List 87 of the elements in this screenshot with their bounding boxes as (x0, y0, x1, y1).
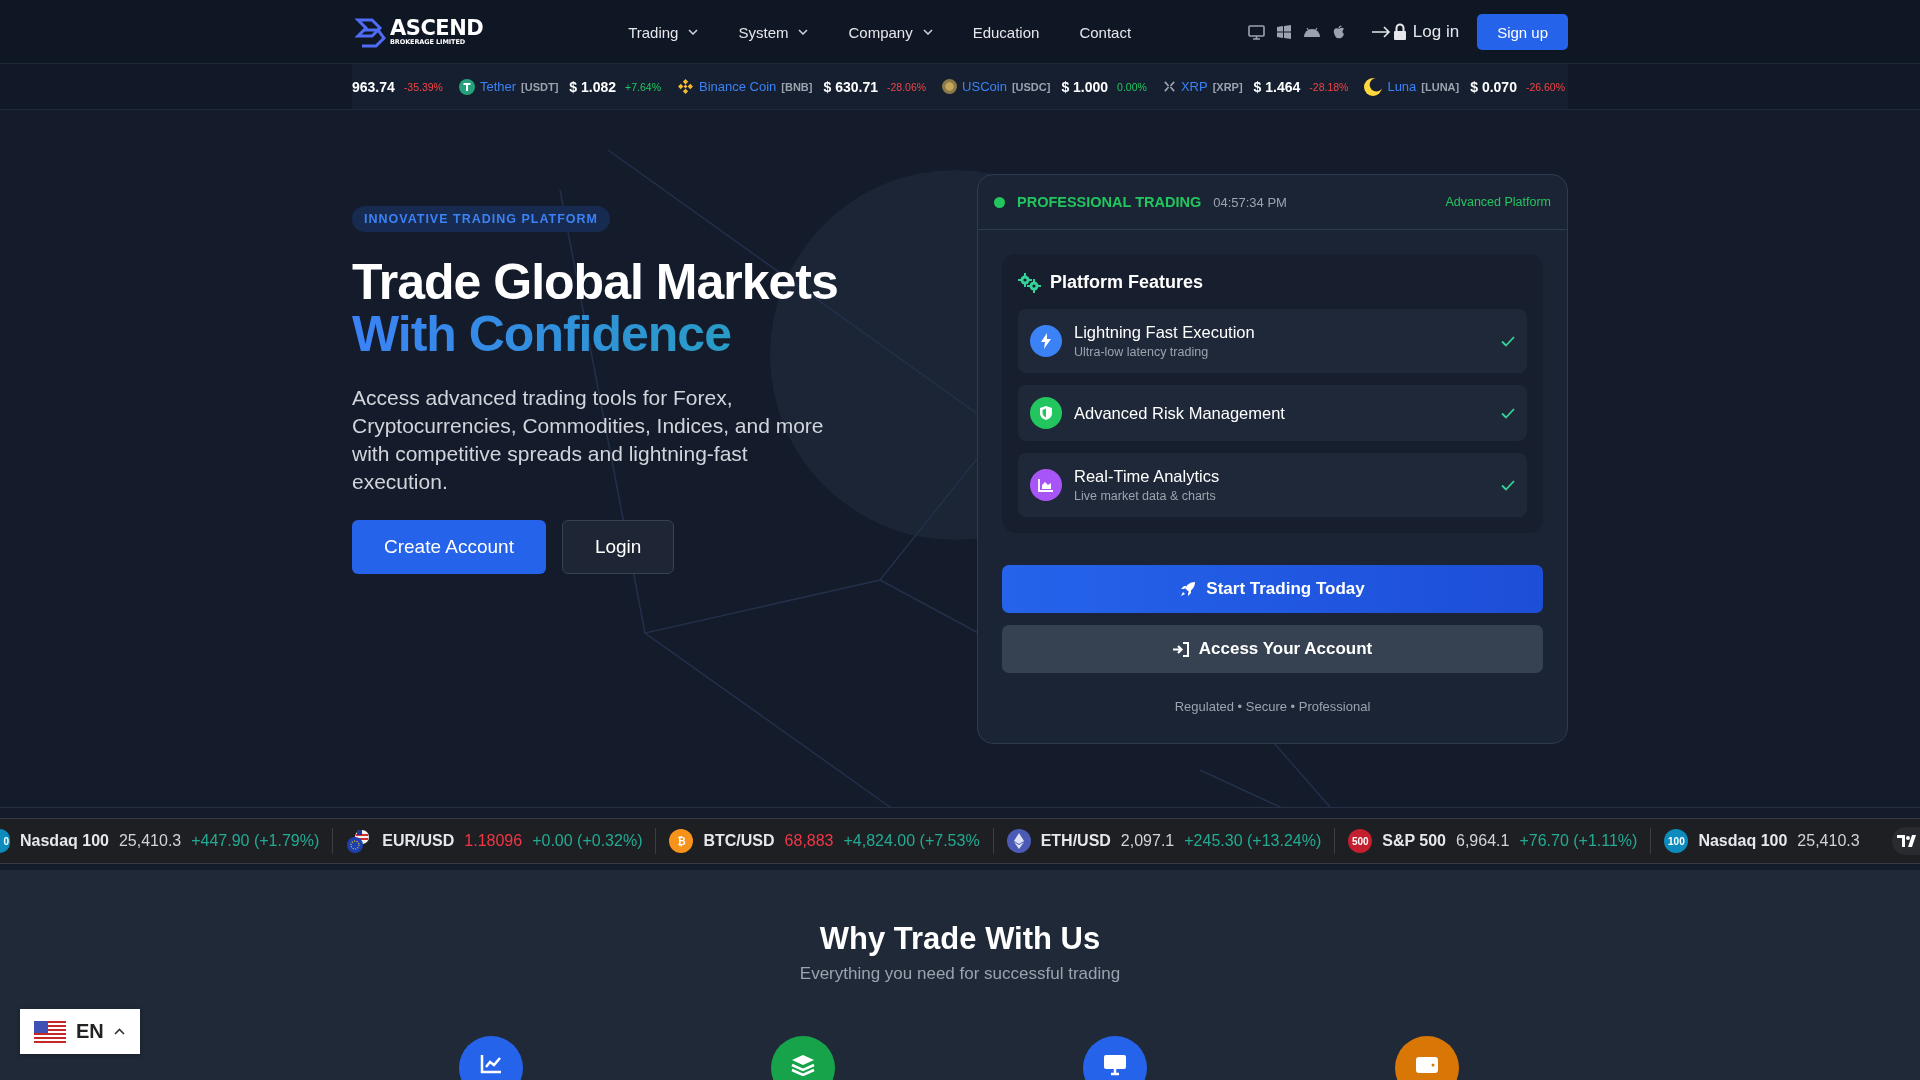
create-account-button[interactable]: Create Account (352, 520, 546, 574)
change-text: +4,824.00 (+7.53% (843, 832, 980, 850)
nav-link[interactable]: System (738, 17, 809, 47)
change-text: 0.00% (1117, 80, 1147, 93)
desktop-icon[interactable] (1247, 24, 1265, 40)
chevron-up-icon (113, 1028, 125, 1035)
login-button[interactable]: Login (561, 520, 675, 574)
price-text: 2,097.1 (1120, 832, 1175, 850)
coin-icon (1364, 77, 1383, 96)
symbol-name[interactable]: Nasdaq 100 (20, 832, 109, 850)
feature-title: Real-Time Analytics (1074, 467, 1220, 486)
price-text: $ 630.71 (823, 78, 878, 95)
nav-link[interactable]: Education (972, 17, 1040, 47)
feature-title: Lightning Fast Execution (1074, 323, 1255, 342)
change-text: +76.70 (+1.11%) (1519, 832, 1638, 850)
symbol-name[interactable]: ETH/USD (1040, 832, 1111, 850)
feature-title: Advanced Risk Management (1074, 403, 1285, 423)
symbol-name[interactable]: Nasdaq 100 (1698, 832, 1788, 850)
change-text: -35.39% (403, 80, 443, 93)
coin-symbol: [USDC] (1011, 80, 1051, 93)
price-text: $ 1.464 (1253, 78, 1301, 95)
tradingview-logo-icon[interactable] (1892, 827, 1920, 855)
coin-icon (942, 79, 958, 94)
coin-symbol: [LUNA] (1421, 80, 1460, 93)
change-text: -28.18% (1309, 80, 1349, 93)
change-text: +0.00 (+0.32%) (532, 832, 643, 850)
nav-link[interactable]: Contact (1079, 17, 1132, 47)
hero-description: Access advanced trading tools for Forex, Cryptocurrencies, Commodities, Indices, and more with competitive spreads and lightning-fast execution. (352, 385, 825, 495)
coin-name[interactable]: Binance Coin (699, 79, 777, 94)
ethereum-icon (1006, 829, 1031, 853)
coin-icon (677, 78, 694, 95)
change-text: -26.60% (1525, 80, 1566, 93)
coin-name[interactable]: Tether (479, 79, 517, 94)
tagline-badge: INNOVATIVE TRADING PLATFORM (352, 206, 610, 232)
symbol-name[interactable]: S&P 500 (1382, 832, 1446, 850)
apple-icon[interactable] (1332, 25, 1345, 39)
android-icon[interactable] (1302, 26, 1321, 38)
logo-title: ASCEND (390, 18, 484, 40)
change-text: +245.30 (+13.24%) (1184, 832, 1322, 850)
price-text: $ 1.000 (1061, 78, 1109, 95)
market-badge: 0 (0, 829, 10, 853)
language-selector[interactable]: EN (20, 1009, 140, 1054)
price-text: $ 0.070 (1470, 78, 1517, 95)
symbol-name[interactable]: EUR/USD (382, 832, 455, 850)
coin-symbol: [XRP] (1212, 80, 1243, 93)
symbol-name[interactable]: BTC/USD (703, 832, 775, 850)
price-text: 963.74 (352, 78, 395, 95)
gears-icon (1018, 272, 1042, 293)
change-text: +447.90 (+1.79%) (191, 832, 320, 850)
access-account-button[interactable]: Access Your Account (1002, 625, 1543, 673)
price-text: $ 1.082 (569, 78, 617, 95)
market-badge: 100 (1664, 829, 1689, 853)
nav-link[interactable]: Trading (628, 17, 699, 47)
platform-label: Advanced Platform (1445, 195, 1551, 209)
coin-name[interactable]: USCoin (962, 79, 1007, 94)
nav-link[interactable]: Company (848, 17, 933, 47)
market-badge: ₿ (669, 829, 694, 853)
sign-up-button[interactable]: Sign up (1477, 14, 1568, 50)
login-link[interactable]: Log in (1370, 22, 1460, 42)
change-text: +7.64% (625, 80, 661, 93)
coin-icon (1162, 80, 1176, 93)
change-text: -28.06% (887, 80, 927, 93)
coin-icon (458, 78, 475, 95)
rocket-icon (1180, 581, 1197, 597)
sign-in-icon (1172, 641, 1189, 657)
section-heading: Why Trade With Us (818, 920, 1102, 958)
coin-name[interactable]: XRP (1180, 79, 1208, 94)
footnote: Regulated • Secure • Professional (1173, 699, 1372, 714)
start-trading-button[interactable]: Start Trading Today (1002, 565, 1543, 613)
coin-symbol: [USDT] (521, 80, 559, 93)
flag-icon (34, 1020, 66, 1043)
status-label: PROFESSIONAL TRADING (1017, 194, 1202, 210)
windows-icon[interactable] (1276, 25, 1291, 39)
price-text: 25,410.3 (1797, 832, 1860, 850)
price-text: 6,964.1 (1456, 832, 1510, 850)
features-title: Platform Features (1050, 272, 1204, 293)
market-badge: 500 (1348, 829, 1373, 853)
section-subtitle: Everything you need for successful trading (798, 964, 1122, 984)
coin-symbol: [BNB] (781, 80, 813, 93)
feature-subtitle: Live market data & charts (1074, 489, 1217, 503)
coin-name[interactable]: Luna (1387, 79, 1417, 94)
price-text: 25,410.3 (118, 832, 182, 850)
feature-subtitle: Ultra-low latency trading (1074, 345, 1210, 359)
price-text: 68,883 (784, 832, 834, 850)
price-text: 1.18096 (464, 832, 523, 850)
clock-time: 04:57:34 PM (1213, 194, 1287, 210)
logo-icon (352, 16, 386, 48)
